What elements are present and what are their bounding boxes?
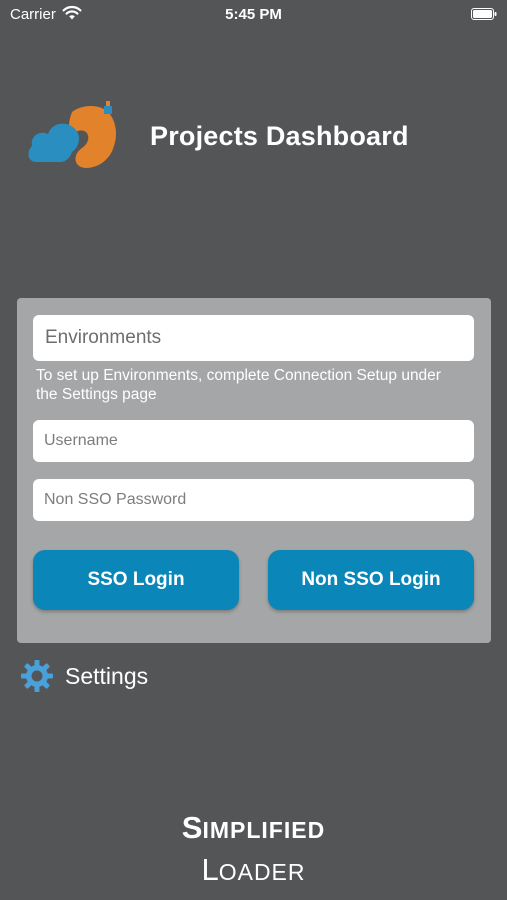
environments-placeholder: Environments [45, 327, 162, 348]
non-sso-login-label: Non SSO Login [301, 569, 441, 590]
environments-hint: To set up Environments, complete Connect… [36, 367, 441, 403]
login-card: Environments To set up Environments, com… [17, 298, 491, 643]
sso-login-button[interactable]: SSO Login [33, 550, 239, 610]
brand-line-2-rest: OADER [218, 859, 306, 885]
brand-line-2: LOADER [0, 852, 507, 894]
cloud-logo-icon [28, 101, 116, 168]
brand-wordmark: SIMPLIFIED LOADER [0, 810, 507, 894]
settings-label: Settings [65, 662, 149, 689]
settings-link[interactable]: Settings [20, 658, 148, 694]
username-field[interactable]: Username [33, 420, 474, 462]
password-placeholder: Non SSO Password [44, 491, 187, 508]
brand-line-2-initial: L [201, 852, 219, 887]
brand-line-1-initial: S [181, 810, 203, 845]
environments-field[interactable]: Environments [33, 315, 474, 361]
status-time: 5:45 PM [225, 6, 282, 23]
password-field[interactable]: Non SSO Password [33, 479, 474, 521]
non-sso-login-button[interactable]: Non SSO Login [268, 550, 474, 610]
sso-login-label: SSO Login [87, 569, 185, 590]
brand-line-1-rest: IMPLIFIED [202, 817, 326, 843]
app-title: Projects Dashboard [150, 121, 409, 151]
battery-icon [471, 8, 497, 20]
login-screen: Carrier 5:45 PM Projects Dashboard Envir… [0, 0, 507, 900]
gear-icon [21, 660, 53, 692]
brand-line-1: SIMPLIFIED [0, 810, 507, 852]
status-bar: Carrier 5:45 PM [0, 0, 507, 28]
username-placeholder: Username [44, 432, 118, 449]
